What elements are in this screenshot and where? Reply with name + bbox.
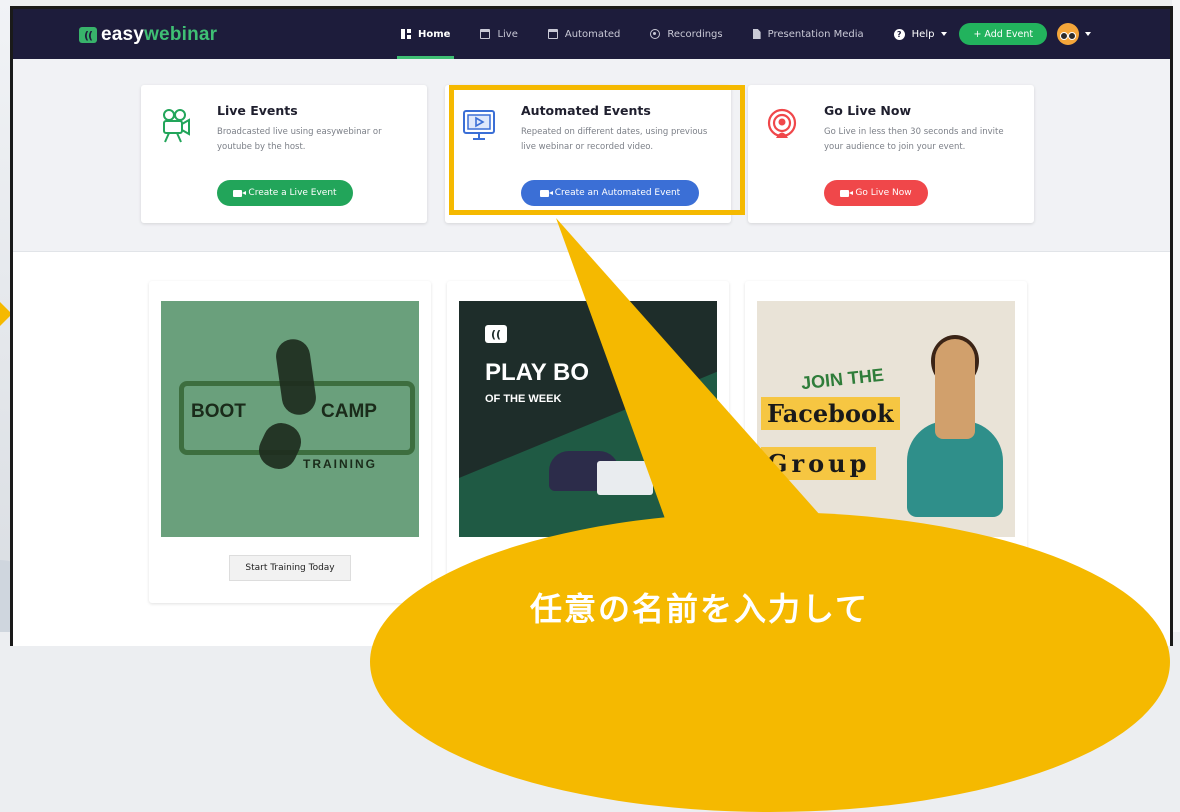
question-icon: ? — [893, 28, 905, 40]
live-events-card: Live Events Broadcasted live using easyw… — [141, 85, 427, 223]
create-live-event-label: Create a Live Event — [248, 188, 337, 198]
nav-home[interactable]: Home — [396, 9, 455, 59]
highlight-box — [449, 85, 745, 215]
laptop-illustration — [597, 461, 653, 495]
playbook-headline: PLAY BO — [485, 359, 590, 386]
nav-live[interactable]: Live — [480, 9, 518, 59]
create-live-event-button[interactable]: Create a Live Event — [217, 180, 353, 206]
nav-presentation-media[interactable]: Presentation Media — [752, 9, 864, 59]
nav-automated[interactable]: Automated — [547, 9, 621, 59]
playbook-subline: OF THE WEEK — [485, 393, 562, 405]
help-label: Help — [911, 28, 935, 40]
facebook-group-image[interactable]: JOIN THE Facebook Group — [757, 301, 1015, 537]
group-text: Group — [761, 447, 877, 480]
nav-live-label: Live — [497, 28, 518, 40]
card-description: Go Live in less then 30 seconds and invi… — [824, 127, 1004, 152]
file-icon — [752, 29, 761, 39]
outer-background-right — [1172, 0, 1180, 632]
video-camera-icon — [233, 189, 247, 197]
logo-word-easy: easy — [101, 24, 145, 45]
grid-icon — [401, 29, 411, 39]
calendar-icon — [480, 29, 491, 39]
bootcamp-word-training: TRAINING — [303, 457, 377, 471]
woman-illustration — [935, 339, 975, 439]
bootcamp-image[interactable]: BOOT CAMP TRAINING — [161, 301, 419, 537]
add-event-label: + Add Event — [973, 28, 1034, 40]
broadcast-icon — [767, 108, 797, 138]
bootcamp-word-camp: CAMP — [321, 401, 377, 422]
callout-text: 任意の名前を入力して — [530, 590, 870, 628]
avatar[interactable] — [1057, 23, 1080, 45]
video-camera-icon — [840, 189, 854, 197]
go-live-now-card: Go Live Now Go Live in less then 30 seco… — [748, 85, 1034, 223]
logo-wordmark: easywebinar — [101, 24, 217, 46]
easywebinar-logo[interactable]: (( easywebinar — [79, 24, 217, 46]
bootcamp-promo-card: BOOT CAMP TRAINING Start Training Today — [149, 281, 431, 603]
card-title: Go Live Now — [824, 103, 912, 118]
chevron-down-icon[interactable] — [1085, 32, 1092, 36]
card-description: Broadcasted live using easywebinar or yo… — [217, 127, 382, 152]
go-live-now-button[interactable]: Go Live Now — [824, 180, 928, 206]
bootcamp-word-boot: BOOT — [191, 401, 246, 422]
start-training-button[interactable]: Start Training Today — [229, 555, 351, 581]
record-icon — [650, 29, 661, 39]
help-menu[interactable]: ? Help — [893, 9, 948, 59]
facebook-text: Facebook — [761, 397, 900, 430]
card-title: Live Events — [217, 103, 298, 118]
main-nav: Home Live Automated Recordings Presentat… — [396, 9, 1092, 59]
logo-mark-icon: (( — [79, 27, 97, 43]
nav-recordings-label: Recordings — [667, 28, 723, 40]
logo-mark-icon: (( — [485, 325, 507, 343]
nav-automated-label: Automated — [564, 28, 621, 40]
chevron-down-icon — [941, 32, 948, 36]
top-navigation-bar: (( easywebinar Home Live Automated Recor… — [13, 9, 1170, 59]
nav-home-label: Home — [418, 28, 451, 40]
add-event-button[interactable]: + Add Event — [959, 23, 1048, 45]
playbook-image[interactable]: (( PLAY BO OF THE WEEK — [459, 301, 717, 537]
join-the-text: JOIN THE — [800, 364, 885, 394]
callout-bubble — [370, 512, 1170, 812]
nav-recordings[interactable]: Recordings — [650, 9, 723, 59]
calendar-icon — [547, 29, 558, 39]
logo-word-webinar: webinar — [144, 24, 218, 45]
nav-presentation-media-label: Presentation Media — [767, 28, 864, 40]
go-live-now-label: Go Live Now — [855, 188, 912, 198]
film-camera-icon — [163, 109, 190, 143]
